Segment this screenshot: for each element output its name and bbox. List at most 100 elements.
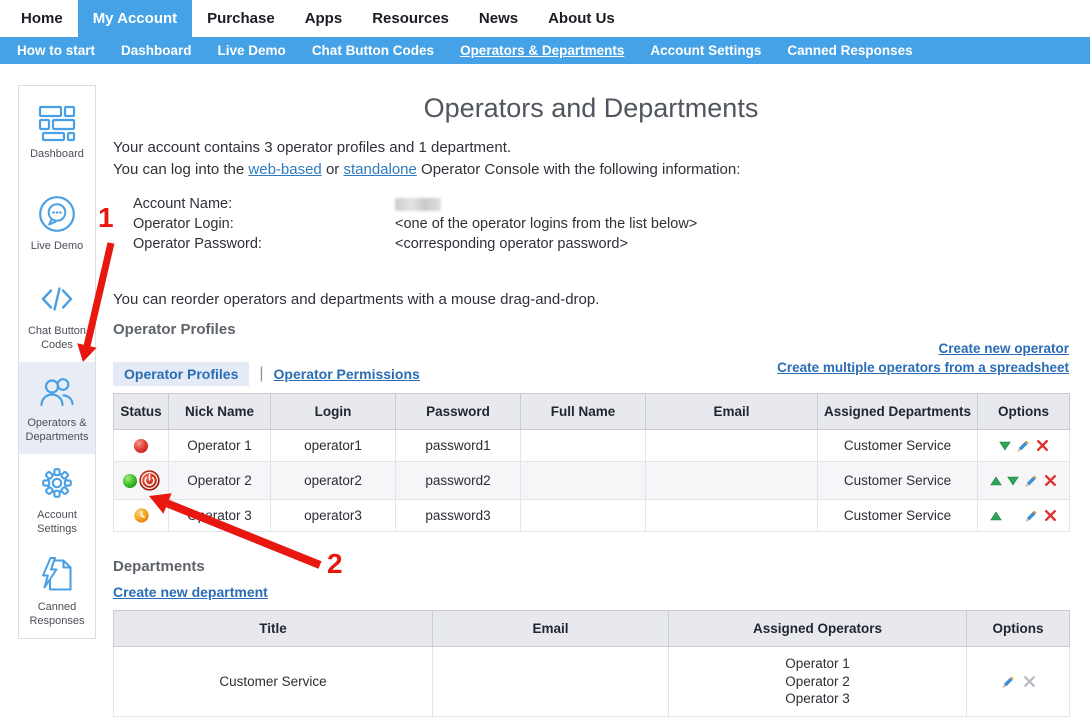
- nav-my-account[interactable]: My Account: [78, 0, 192, 37]
- delete-x-icon[interactable]: [1036, 439, 1049, 452]
- move-up-icon[interactable]: [990, 511, 1002, 521]
- column-header-title: Title: [114, 611, 433, 647]
- operator-row: Operator 3 operator3 password3 Customer …: [114, 500, 1070, 532]
- operator-row: Operator 2 operator2 password2 Customer …: [114, 462, 1070, 500]
- assigned-departments-cell: Customer Service: [818, 462, 978, 500]
- departments-table: Title Email Assigned Operators Options C…: [113, 610, 1070, 717]
- column-header-assigned-departments: Assigned Departments: [818, 394, 978, 430]
- login-cell: operator2: [271, 462, 396, 500]
- nav-about-us[interactable]: About Us: [533, 0, 630, 37]
- tab-operator-profiles[interactable]: Operator Profiles: [113, 362, 249, 386]
- column-header-options: Options: [967, 611, 1070, 647]
- password-cell: password1: [396, 430, 521, 462]
- column-header-nick-name: Nick Name: [169, 394, 271, 430]
- web-based-link[interactable]: web-based: [248, 161, 321, 178]
- nav-home[interactable]: Home: [6, 0, 78, 37]
- operators-icon: [37, 371, 77, 411]
- edit-pencil-icon[interactable]: [1016, 438, 1031, 453]
- nav-news[interactable]: News: [464, 0, 533, 37]
- intro-line2-prefix: You can log into the: [113, 161, 248, 178]
- tab-separator: |: [259, 365, 263, 383]
- nick-name-cell: Operator 3: [169, 500, 271, 532]
- logout-power-icon[interactable]: [139, 470, 160, 491]
- credential-row: Operator Password:<corresponding operato…: [133, 234, 1069, 254]
- assigned-operator: Operator 3: [673, 690, 962, 708]
- column-header-status: Status: [114, 394, 169, 430]
- assigned-departments-cell: Customer Service: [818, 430, 978, 462]
- sidebar-item-chat-button-codes[interactable]: Chat Button Codes: [19, 270, 95, 362]
- code-icon: [37, 279, 77, 319]
- create-new-operator-link[interactable]: Create new operator: [777, 340, 1069, 359]
- full-name-cell: [521, 430, 646, 462]
- edit-pencil-icon[interactable]: [1001, 674, 1016, 689]
- delete-x-icon[interactable]: [1044, 509, 1057, 522]
- sidebar-label: Canned Responses: [22, 601, 92, 629]
- sidebar-item-account-settings[interactable]: Account Settings: [19, 454, 95, 546]
- full-name-cell: [521, 500, 646, 532]
- status-online-ball-icon: [123, 474, 137, 488]
- sidebar-label: Account Settings: [22, 509, 92, 537]
- create-new-department-link[interactable]: Create new department: [113, 584, 268, 600]
- gear-icon: [37, 463, 77, 503]
- email-cell: [646, 430, 818, 462]
- edit-pencil-icon[interactable]: [1024, 473, 1039, 488]
- password-cell: password3: [396, 500, 521, 532]
- status-offline-ball-icon: [134, 439, 148, 453]
- assigned-departments-cell: Customer Service: [818, 500, 978, 532]
- login-credentials: Account Name: Operator Login:<one of the…: [113, 194, 1069, 254]
- sidebar-item-canned-responses[interactable]: Canned Responses: [19, 546, 95, 638]
- sidebar-item-dashboard[interactable]: Dashboard: [19, 86, 95, 178]
- subnav-dashboard[interactable]: Dashboard: [108, 43, 205, 58]
- main-content: Operators and Departments Your account c…: [113, 85, 1069, 717]
- nav-apps[interactable]: Apps: [290, 0, 358, 37]
- departments-heading: Departments: [113, 558, 1069, 575]
- subnav-operators-departments[interactable]: Operators & Departments: [447, 43, 637, 58]
- column-header-assigned-operators: Assigned Operators: [669, 611, 967, 647]
- sidebar-item-live-demo[interactable]: Live Demo: [19, 178, 95, 270]
- intro-line2-suffix: Operator Console with the following info…: [417, 161, 741, 178]
- operator-profiles-heading: Operator Profiles: [113, 321, 1069, 338]
- subnav-live-demo[interactable]: Live Demo: [205, 43, 299, 58]
- standalone-link[interactable]: standalone: [343, 161, 416, 178]
- subnav-chat-button-codes[interactable]: Chat Button Codes: [299, 43, 447, 58]
- edit-pencil-icon[interactable]: [1024, 508, 1039, 523]
- nav-purchase[interactable]: Purchase: [192, 0, 290, 37]
- email-cell: [646, 500, 818, 532]
- status-away-clock-icon: [134, 508, 149, 523]
- subnav-how-to-start[interactable]: How to start: [4, 43, 108, 58]
- sub-nav: How to start Dashboard Live Demo Chat Bu…: [0, 37, 1090, 64]
- sidebar-label: Dashboard: [30, 148, 84, 162]
- account-name-label: Account Name:: [133, 194, 395, 214]
- intro-line1: Your account contains 3 operator profile…: [113, 139, 511, 156]
- assigned-operator: Operator 1: [673, 655, 962, 673]
- operator-password-value: <corresponding operator password>: [395, 236, 628, 252]
- email-cell: [646, 462, 818, 500]
- column-header-password: Password: [396, 394, 521, 430]
- create-multiple-operators-link[interactable]: Create multiple operators from a spreads…: [777, 359, 1069, 378]
- operator-password-label: Operator Password:: [133, 234, 395, 254]
- subnav-account-settings[interactable]: Account Settings: [637, 43, 774, 58]
- move-up-icon[interactable]: [990, 476, 1002, 486]
- dashboard-icon: [37, 102, 77, 142]
- credential-row: Operator Login:<one of the operator logi…: [133, 214, 1069, 234]
- operator-tabs: Operator Profiles | Operator Permissions…: [113, 361, 1069, 387]
- subnav-canned-responses[interactable]: Canned Responses: [774, 43, 925, 58]
- intro-line2-middle: or: [322, 161, 344, 178]
- delete-x-disabled-icon: [1023, 675, 1036, 688]
- nick-name-cell: Operator 2: [169, 462, 271, 500]
- redacted-account-name: [395, 198, 441, 211]
- live-demo-icon: [37, 194, 77, 234]
- delete-x-icon[interactable]: [1044, 474, 1057, 487]
- column-header-login: Login: [271, 394, 396, 430]
- operator-login-value: <one of the operator logins from the lis…: [395, 216, 697, 232]
- column-header-full-name: Full Name: [521, 394, 646, 430]
- move-down-icon[interactable]: [999, 441, 1011, 451]
- sidebar-item-operators-departments[interactable]: Operators & Departments: [19, 362, 95, 454]
- page-title: Operators and Departments: [113, 85, 1069, 124]
- page: Home My Account Purchase Apps Resources …: [0, 0, 1090, 722]
- assigned-operator: Operator 2: [673, 673, 962, 691]
- annotation-label-1: 1: [98, 202, 114, 234]
- nav-resources[interactable]: Resources: [357, 0, 464, 37]
- move-down-icon[interactable]: [1007, 476, 1019, 486]
- tab-operator-permissions[interactable]: Operator Permissions: [274, 366, 420, 382]
